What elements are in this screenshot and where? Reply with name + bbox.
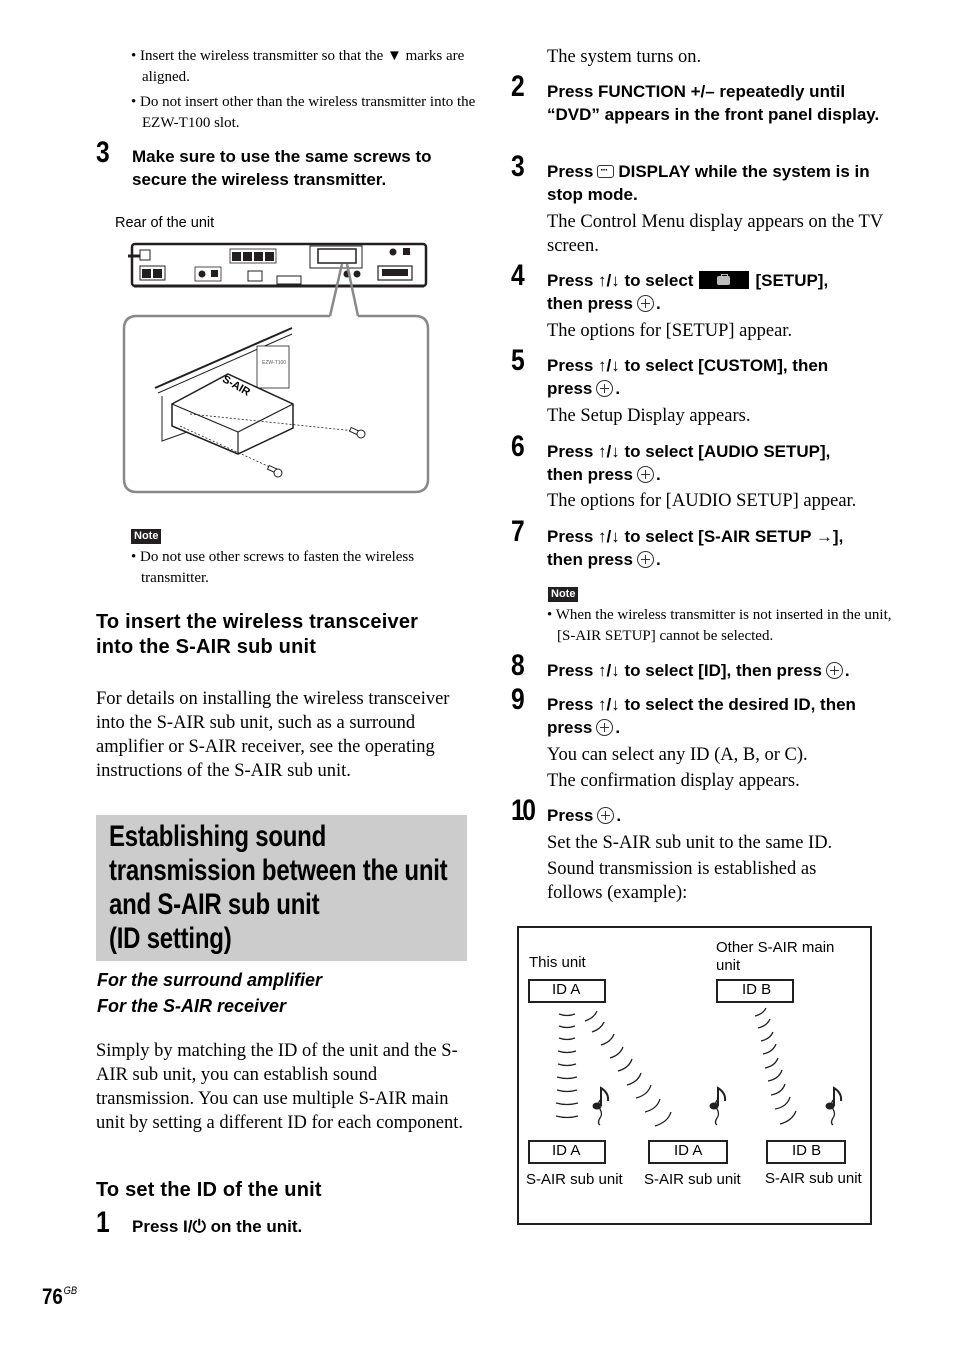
setup-toolbox-icon	[699, 271, 750, 289]
step-text: Press ↑/↓ to select the desired ID, then…	[547, 695, 856, 737]
enter-button-icon	[636, 295, 654, 312]
step-text: PressDISPLAY while the system is in stop…	[547, 159, 887, 206]
screw-icon	[348, 426, 366, 439]
note-badge: Note	[548, 587, 579, 602]
step-result: The options for [AUDIO SETUP] appear.	[547, 491, 857, 511]
note-badge: Note	[131, 529, 162, 544]
step-result: The Setup Display appears.	[547, 406, 751, 426]
step-result: The confirmation display appears.	[547, 771, 800, 791]
step-number: 8	[511, 649, 525, 682]
step-result: Set the S-AIR sub unit to the same ID.	[547, 833, 833, 853]
page-locale-suffix: GB	[63, 1285, 78, 1297]
page-number: 76GB	[42, 1284, 78, 1309]
intro-paragraph: Simply by matching the ID of the unit an…	[96, 1041, 463, 1133]
step-number: 4	[511, 259, 525, 292]
section-title-line: transmission between the unit	[109, 854, 448, 887]
sub-unit-label: S-AIR sub unit	[526, 1171, 623, 1188]
insert-transceiver-heading: To insert the wireless transceiver into …	[96, 611, 419, 658]
enter-button-icon	[596, 719, 614, 736]
sub-unit-id-box: ID A	[528, 1140, 606, 1164]
step-number: 7	[511, 515, 525, 548]
set-id-heading: To set the ID of the unit	[96, 1179, 322, 1201]
music-note-icon	[709, 1086, 727, 1110]
insert-transceiver-body: For details on installing the wireless t…	[96, 689, 450, 781]
enter-button-icon	[636, 466, 654, 483]
enter-button-icon	[597, 807, 615, 824]
subhead-surround-amplifier: For the surround amplifier	[97, 970, 323, 990]
display-button-icon	[597, 159, 615, 182]
id-setting-diagram: This unit Other S-AIR main unit ID A ID …	[517, 926, 872, 1225]
sub-unit-id-box: ID B	[766, 1140, 846, 1164]
enter-button-icon	[825, 662, 843, 679]
section-title-line: and S-AIR sub unit	[109, 888, 320, 921]
step-text: Press ↑/↓ to select [AUDIO SETUP], then …	[547, 442, 831, 484]
step-result: You can select any ID (A, B, or C).	[547, 745, 808, 765]
step-number: 5	[511, 344, 525, 377]
sub-unit-label: S-AIR sub unit	[765, 1170, 862, 1187]
rear-panel-illustration: EZW-T100 S-AIR	[122, 242, 430, 494]
sub-unit-label: S-AIR sub unit	[644, 1171, 741, 1188]
step-text: Press ↑/↓ to select [S-AIR SETUP →], the…	[547, 527, 844, 569]
section-title-box: Establishing sound transmission between …	[96, 815, 467, 961]
music-note-icon	[592, 1086, 610, 1110]
sub-unit-id-box: ID A	[648, 1140, 728, 1164]
step-text: Press ↑/↓ to select [CUSTOM], then press…	[547, 356, 829, 398]
subhead-s-air-receiver: For the S-AIR receiver	[97, 996, 287, 1016]
step-result: The system turns on.	[547, 47, 702, 67]
step-text: Make sure to use the same screws to secu…	[132, 147, 432, 189]
note-text: • Do not use other screws to fasten the …	[131, 549, 415, 586]
power-icon: I/⏻	[183, 1217, 206, 1236]
step-number: 3	[511, 150, 525, 183]
step-text: Press ↑/↓ to select [SETUP], then press.	[547, 271, 829, 313]
step-result: The options for [SETUP] appear.	[547, 321, 793, 341]
step-number: 9	[511, 683, 525, 716]
figure-caption: Rear of the unit	[115, 215, 215, 231]
enter-button-icon	[636, 551, 654, 568]
bullet-slot-warning: • Do not insert other than the wireless …	[131, 94, 476, 131]
step-number: 1	[96, 1206, 110, 1239]
note-text: • When the wireless transmitter is not i…	[547, 607, 892, 644]
enter-button-icon	[596, 380, 614, 397]
music-note-icon	[825, 1086, 843, 1110]
step-number: 10	[511, 794, 536, 827]
slot-label: EZW-T100	[262, 360, 286, 366]
step-result: Sound transmission is established as fol…	[547, 859, 817, 903]
step-text: Press FUNCTION +/– repeatedly until “DVD…	[547, 82, 880, 124]
section-title: Establishing sound transmission between …	[109, 820, 461, 956]
step-text: Press.	[547, 806, 622, 825]
step-number: 3	[96, 136, 110, 169]
bullet-align-marks: • Insert the wireless transmitter so tha…	[131, 48, 465, 85]
step-text: Press ↑/↓ to select [ID], then press.	[547, 661, 850, 680]
step-number: 6	[511, 430, 525, 463]
section-title-line: (ID setting)	[109, 922, 232, 955]
step-result: The Control Menu display appears on the …	[547, 212, 883, 256]
step-number: 2	[511, 70, 525, 103]
screw-icon	[266, 464, 283, 478]
section-title-line: Establishing sound	[109, 820, 327, 853]
step-text: Press I/⏻ on the unit.	[132, 1217, 303, 1236]
